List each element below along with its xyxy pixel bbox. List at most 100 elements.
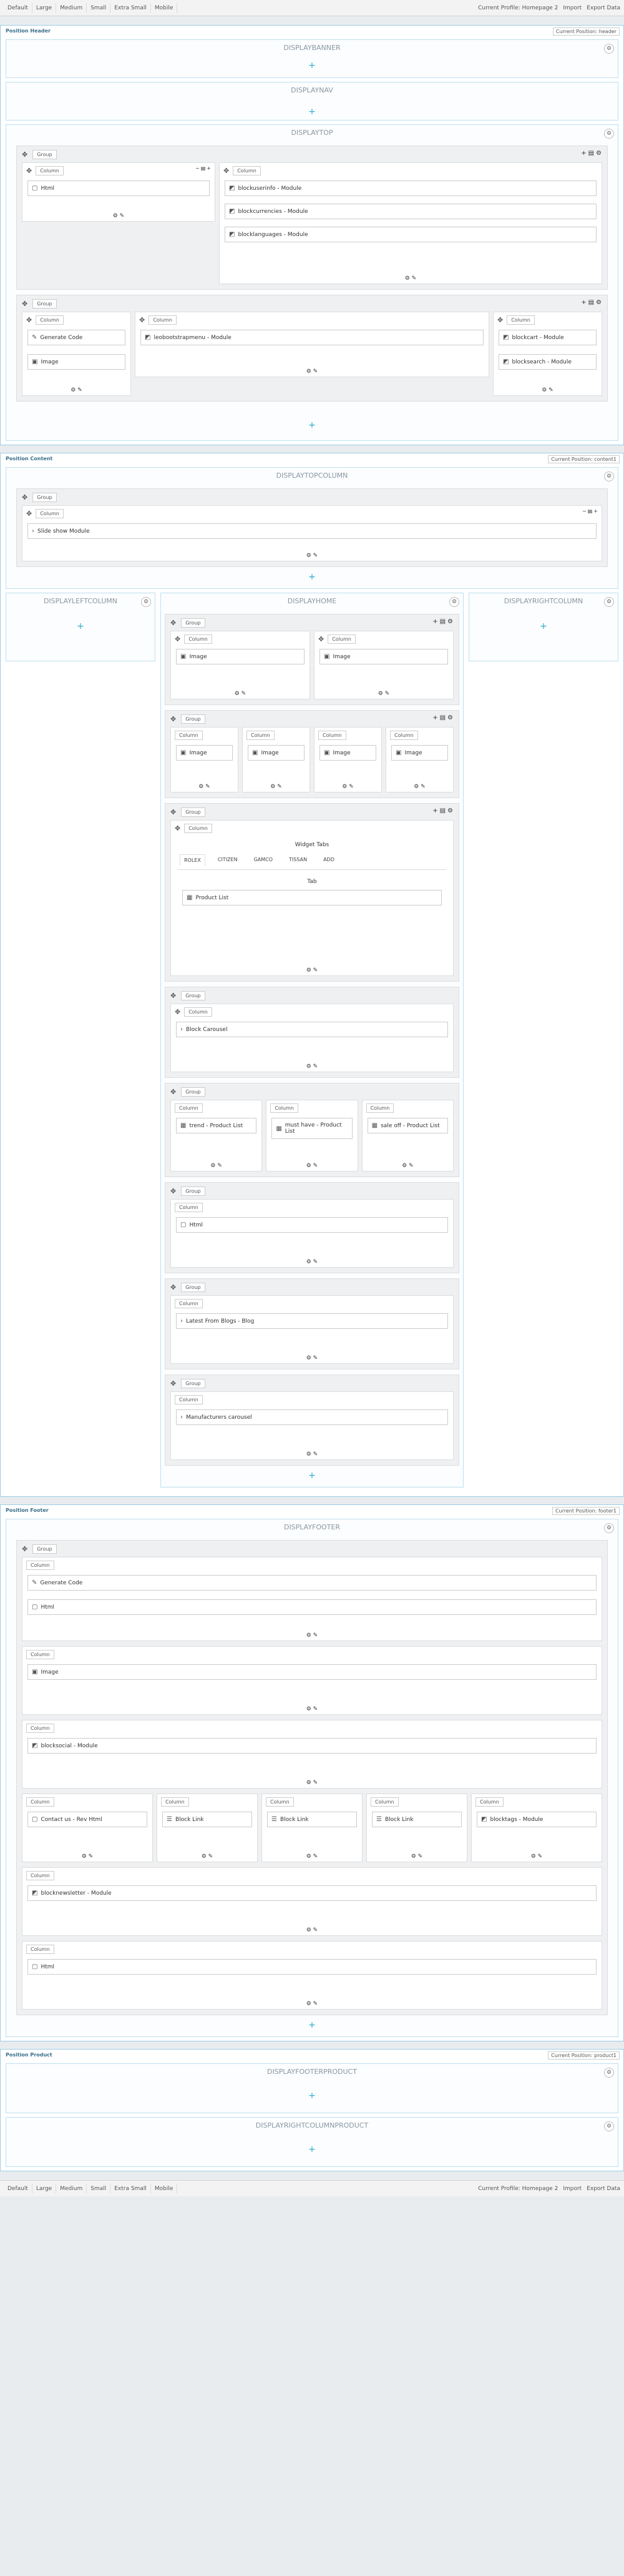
gear-icon[interactable]: ⚙ xyxy=(604,2068,614,2078)
module-currencies[interactable]: ◩ blockcurrencies - Module xyxy=(225,204,597,219)
module-trend[interactable]: ▦ trend - Product List xyxy=(176,1118,257,1133)
export-button[interactable]: Export Data xyxy=(587,5,620,11)
position-select[interactable]: Current Position: content1 xyxy=(548,455,620,463)
group-dropdown[interactable]: Group xyxy=(181,1378,205,1388)
add-group-icon[interactable]: + xyxy=(6,420,618,432)
module-html[interactable]: ▢ Html xyxy=(27,180,210,196)
module-newsletter[interactable]: ◩ blocknewsletter - Module xyxy=(27,1885,597,1901)
column-actions[interactable]: ⚙ ✎ xyxy=(363,1163,453,1169)
column-actions[interactable]: ⚙ ✎ xyxy=(22,1927,602,1933)
move-icon[interactable]: ✥ xyxy=(170,992,176,1000)
column-actions[interactable]: ⚙ ✎ xyxy=(22,1632,602,1639)
column-actions[interactable]: ⚙ ✎ xyxy=(135,368,489,375)
add-group-icon[interactable]: + xyxy=(6,2144,618,2156)
group-dropdown[interactable]: Group xyxy=(32,299,57,308)
module-search[interactable]: ◩ blocksearch - Module xyxy=(499,354,597,370)
import-button[interactable]: Import xyxy=(563,2186,582,2192)
column-dropdown[interactable]: Column xyxy=(507,315,535,325)
group-dropdown[interactable]: Group xyxy=(181,1186,205,1196)
group-tools[interactable]: +▤⚙ xyxy=(432,714,455,721)
module-html[interactable]: ▢ Html xyxy=(176,1217,448,1233)
group-dropdown[interactable]: Group xyxy=(181,618,205,628)
tab-gamco[interactable]: GAMCO xyxy=(250,854,276,866)
add-group-icon[interactable]: + xyxy=(6,621,155,633)
profile-select[interactable]: Current Profile: Homepage 2 xyxy=(478,5,558,11)
gear-icon[interactable]: ⚙ xyxy=(141,597,151,607)
column-dropdown[interactable]: Column xyxy=(233,165,261,175)
tab-tissan[interactable]: TISSAN xyxy=(285,854,311,866)
column-dropdown[interactable]: Column xyxy=(318,730,346,740)
column-actions[interactable]: ⚙ ✎ xyxy=(157,1853,257,1860)
column-actions[interactable]: ⚙ ✎ xyxy=(494,387,602,393)
module-image[interactable]: ▣ Image xyxy=(176,649,305,664)
module-manufacturers[interactable]: › Manufacturers carousel xyxy=(176,1409,448,1425)
column-actions[interactable]: ⚙ ✎ xyxy=(171,691,310,697)
move-icon[interactable]: ✥ xyxy=(223,167,229,175)
group-dropdown[interactable]: Group xyxy=(32,1544,57,1554)
device-default[interactable]: Default xyxy=(4,2,32,13)
module-slideshow[interactable]: › Slide show Module xyxy=(27,523,597,539)
column-dropdown[interactable]: Column xyxy=(149,315,177,325)
column-dropdown[interactable]: Column xyxy=(26,1649,54,1659)
group-dropdown[interactable]: Group xyxy=(181,990,205,1000)
module-image[interactable]: ▣ Image xyxy=(176,745,233,761)
gear-icon[interactable]: ⚙ xyxy=(604,1523,614,1533)
move-icon[interactable]: ✥ xyxy=(318,635,324,643)
column-dropdown[interactable]: Column xyxy=(36,315,64,325)
device-default[interactable]: Default xyxy=(4,2183,32,2194)
column-actions[interactable]: ⚙ ✎ xyxy=(22,1780,602,1786)
column-dropdown[interactable]: Column xyxy=(266,1797,294,1807)
module-musthave[interactable]: ▦ must have - Product List xyxy=(271,1118,353,1139)
column-actions[interactable]: ⚙ ✎ xyxy=(243,784,310,790)
group-tools[interactable]: +▤⚙ xyxy=(581,150,603,157)
position-select[interactable]: Current Position: product1 xyxy=(548,2051,620,2060)
module-productlist[interactable]: ▦ Product List xyxy=(182,890,442,906)
column-actions[interactable]: ⚙ ✎ xyxy=(171,784,238,790)
move-icon[interactable]: ✥ xyxy=(22,300,27,308)
module-image[interactable]: ▣ Image xyxy=(27,354,125,370)
module-blocklink[interactable]: ☰ Block Link xyxy=(267,1812,357,1827)
move-icon[interactable]: ✥ xyxy=(22,151,27,159)
column-dropdown[interactable]: Column xyxy=(36,165,64,175)
add-group-icon[interactable]: + xyxy=(6,2091,618,2102)
module-html[interactable]: ▢ Html xyxy=(27,1599,597,1615)
column-dropdown[interactable]: Column xyxy=(36,508,64,518)
move-icon[interactable]: ✥ xyxy=(175,1008,180,1016)
device-medium[interactable]: Medium xyxy=(56,2,87,13)
module-cart[interactable]: ◩ blockcart - Module xyxy=(499,330,597,345)
profile-select[interactable]: Current Profile: Homepage 2 xyxy=(478,2186,558,2192)
group-tools[interactable]: +▤⚙ xyxy=(432,807,455,814)
move-icon[interactable]: ✥ xyxy=(26,167,32,175)
module-saleoff[interactable]: ▦ sale off - Product List xyxy=(367,1118,448,1133)
gear-icon[interactable]: ⚙ xyxy=(604,2121,614,2131)
column-dropdown[interactable]: Column xyxy=(175,1103,203,1113)
export-button[interactable]: Export Data xyxy=(587,2186,620,2192)
move-icon[interactable]: ✥ xyxy=(170,1283,176,1291)
column-dropdown[interactable]: Column xyxy=(26,1560,54,1570)
position-select[interactable]: Current Position: footer1 xyxy=(552,1507,620,1515)
move-icon[interactable]: ✥ xyxy=(139,316,145,324)
move-icon[interactable]: ✥ xyxy=(26,510,32,518)
column-actions[interactable]: ⚙ ✎ xyxy=(22,213,215,219)
add-group-icon[interactable]: + xyxy=(469,621,618,633)
module-blogs[interactable]: › Latest From Blogs - Blog xyxy=(176,1313,448,1329)
column-actions[interactable]: ⚙ ✎ xyxy=(220,275,602,282)
column-actions[interactable]: ⚙ ✎ xyxy=(22,2001,602,2007)
column-actions[interactable]: ⚙ ✎ xyxy=(22,387,130,393)
module-image[interactable]: ▣ Image xyxy=(391,745,448,761)
device-large[interactable]: Large xyxy=(32,2183,57,2194)
column-actions[interactable]: ⚙ ✎ xyxy=(314,784,381,790)
tab-citizen[interactable]: CITIZEN xyxy=(214,854,241,866)
gear-icon[interactable]: ⚙ xyxy=(604,597,614,607)
column-dropdown[interactable]: Column xyxy=(366,1103,394,1113)
move-icon[interactable]: ✥ xyxy=(175,635,180,643)
column-actions[interactable]: ⚙ ✎ xyxy=(262,1853,362,1860)
column-actions[interactable]: ⚙ ✎ xyxy=(314,691,453,697)
add-group-icon[interactable]: + xyxy=(6,107,618,118)
module-tags[interactable]: ◩ blocktags - Module xyxy=(477,1812,597,1827)
column-dropdown[interactable]: Column xyxy=(175,1202,203,1212)
column-dropdown[interactable]: Column xyxy=(246,730,275,740)
move-icon[interactable]: ✥ xyxy=(170,619,176,627)
column-actions[interactable]: ⚙ ✎ xyxy=(386,784,453,790)
column-dropdown[interactable]: Column xyxy=(175,1394,203,1404)
